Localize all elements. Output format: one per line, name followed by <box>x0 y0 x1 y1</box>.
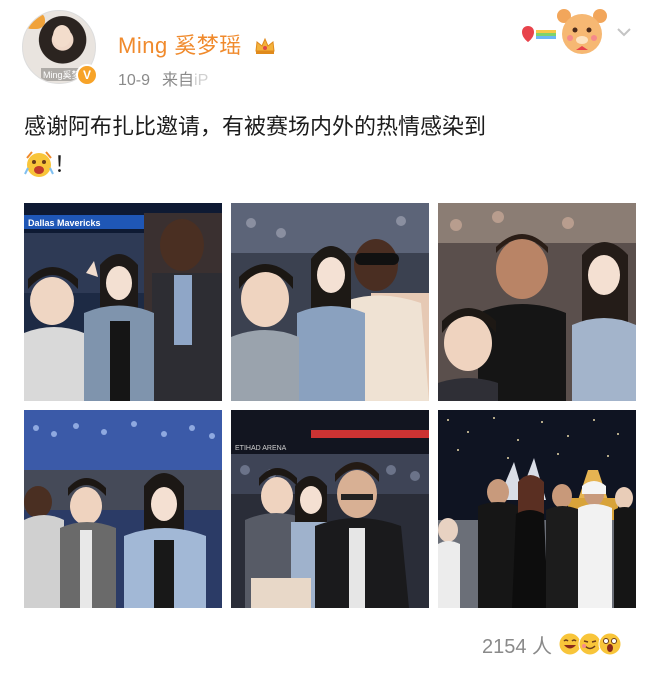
post-text-line-2: ！ <box>24 146 636 184</box>
arena-banner-text: Dallas Mavericks <box>28 218 101 228</box>
verified-badge-icon: V <box>76 64 98 86</box>
reaction-emojis <box>558 632 622 656</box>
photo-grid: Dallas Mavericks ETIHAD ARENA <box>24 203 636 611</box>
tiger-sticker-icon <box>23 11 45 29</box>
avatar[interactable]: Ming奚梦瑶 V <box>22 10 98 86</box>
username[interactable]: Ming 奚梦瑶 <box>118 28 276 60</box>
photo-5[interactable]: ETIHAD ARENA <box>231 410 429 608</box>
reaction-bar[interactable]: 2154 人 <box>482 628 622 660</box>
reaction-count: 2154 人 <box>482 635 553 658</box>
post-date: 10-9 <box>118 72 151 89</box>
post-source: iP <box>194 72 209 89</box>
post-source-prefix: 来自 <box>162 72 195 89</box>
photo-2[interactable] <box>231 203 429 401</box>
bear-sticker-icon[interactable] <box>520 8 610 56</box>
post-text: 感谢阿布扎比邀请，有被赛场内外的热情感染到 ！ <box>24 108 636 184</box>
photo-1[interactable]: Dallas Mavericks <box>24 203 222 401</box>
arena-name-text: ETIHAD ARENA <box>235 445 287 452</box>
chevron-down-icon[interactable] <box>616 26 632 38</box>
excited-face-emoji-icon <box>24 151 54 177</box>
post-text-line-1: 感谢阿布扎比邀请，有被赛场内外的热情感染到 <box>24 114 487 139</box>
post-meta: 10-9 来自iP <box>118 66 208 90</box>
surprise-emoji-icon <box>598 632 622 656</box>
photo-4[interactable] <box>24 410 222 608</box>
photo-6[interactable] <box>438 410 636 608</box>
weibo-post: Ming奚梦瑶 V Ming 奚梦瑶 10-9 来自iP 感谢阿布扎比邀请，有被赛… <box>0 0 660 681</box>
username-text: Ming 奚梦瑶 <box>118 33 242 58</box>
exclamation-mark: ！ <box>54 152 77 177</box>
crown-icon <box>255 37 275 54</box>
photo-3[interactable] <box>438 203 636 401</box>
